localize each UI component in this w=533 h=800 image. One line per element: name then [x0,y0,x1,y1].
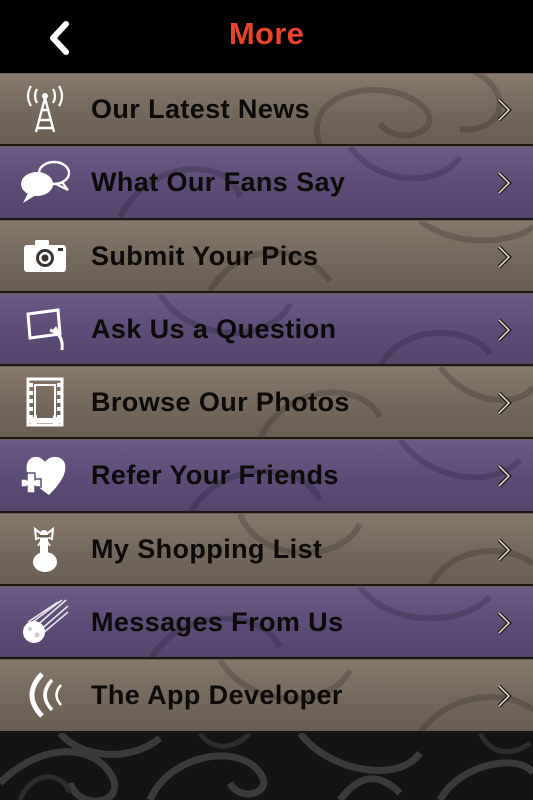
menu-item-refer-your-friends[interactable]: Refer Your Friends [0,439,533,513]
header-bar: More [0,0,533,73]
signal-waves-icon [18,670,72,720]
menu-item-label: Submit Your Pics [91,240,319,271]
chevron-right-icon [497,538,512,562]
chevron-right-icon [497,318,512,342]
chevron-right-icon [497,171,512,195]
chevron-right-icon [497,245,512,269]
background-pattern [0,733,533,800]
heart-plus-icon [18,450,72,500]
finger-bow-icon [18,524,72,574]
menu-item-messages-from-us[interactable]: Messages From Us [0,586,533,660]
menu-item-what-our-fans-say[interactable]: What Our Fans Say [0,146,533,220]
chevron-right-icon [497,611,512,635]
menu-item-label: Browse Our Photos [91,387,350,418]
menu-item-our-latest-news[interactable]: Our Latest News [0,73,533,147]
menu-item-label: Ask Us a Question [91,313,337,344]
menu-item-label: The App Developer [91,680,343,711]
menu-item-browse-our-photos[interactable]: Browse Our Photos [0,366,533,440]
menu-item-label: What Our Fans Say [91,167,346,198]
menu-item-my-shopping-list[interactable]: My Shopping List [0,512,533,587]
menu-item-label: Messages From Us [91,607,344,638]
camera-icon [18,231,72,281]
comet-icon [18,597,72,647]
question-arrow-icon [18,304,72,354]
menu-item-label: Refer Your Friends [91,460,339,491]
chevron-right-icon [497,391,512,415]
menu-item-label: My Shopping List [91,533,323,564]
page-title: More [228,16,305,51]
chevron-right-icon [497,465,512,488]
film-strip-icon [18,377,72,428]
menu-item-submit-your-pics[interactable]: Submit Your Pics [0,219,533,293]
speech-bubbles-icon [18,157,72,207]
chevron-right-icon [497,98,512,122]
radio-tower-icon [18,84,72,134]
menu-item-label: Our Latest News [91,94,311,124]
menu-item-ask-us-a-question[interactable]: Ask Us a Question [0,292,533,367]
menu-item-the-app-developer[interactable]: The App Developer [0,659,533,733]
chevron-right-icon [497,684,512,708]
menu-list: Our Latest News What Our Fans Say Submit… [0,73,533,733]
